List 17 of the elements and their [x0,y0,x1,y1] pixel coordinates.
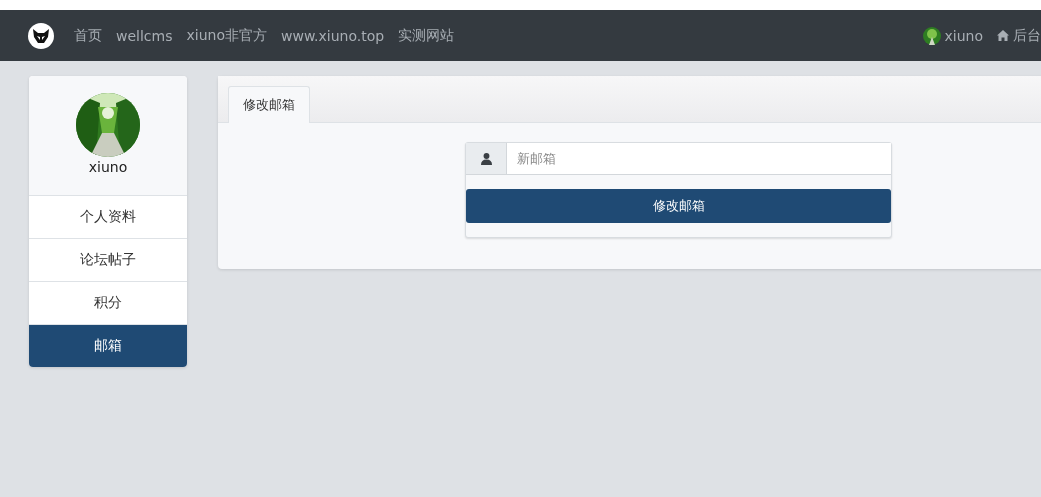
username: xiuno [88,159,128,175]
user-icon [480,152,492,165]
nav-link[interactable]: 实测网站 [398,26,455,45]
home-icon [997,30,1009,41]
sidebar-item[interactable]: 个人资料 [29,196,187,239]
email-field[interactable]: 新邮箱 [507,143,891,175]
nav-link[interactable]: wellcms [116,27,173,44]
nav-link[interactable]: xiuno非官方 [186,26,267,45]
sidebar-item[interactable]: 邮箱 [29,325,187,367]
submit-button[interactable]: 修改邮箱 [466,189,891,223]
nav-link[interactable]: www.xiuno.top [281,27,385,44]
nav-link[interactable]: 首页 [74,26,102,45]
logo-icon[interactable] [28,22,54,49]
admin-link[interactable]: 后台 [997,26,1041,45]
sidebar-item[interactable]: 论坛帖子 [29,239,187,282]
user-link[interactable]: xiuno [944,27,983,44]
tab[interactable]: 修改邮箱 [228,86,310,123]
